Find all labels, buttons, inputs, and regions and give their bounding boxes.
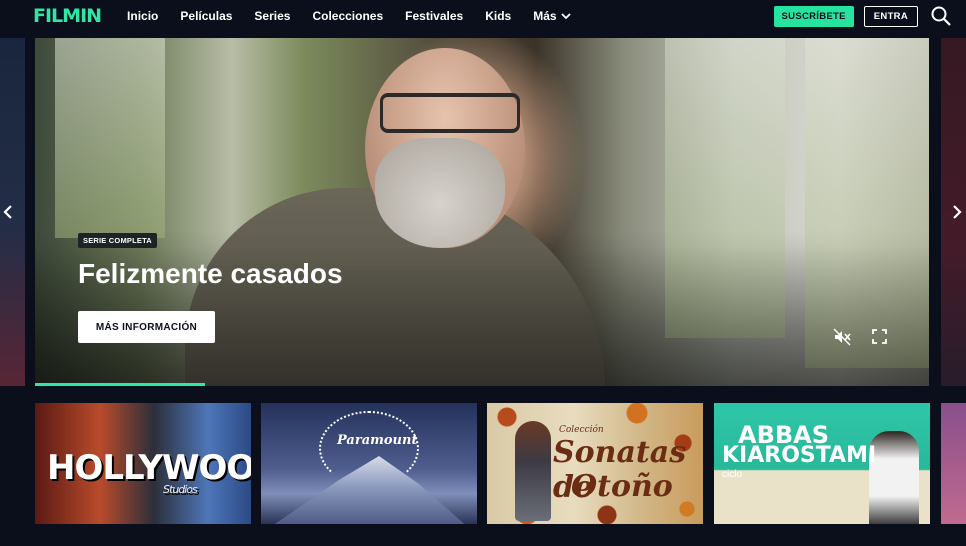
card-subtitle: Studios bbox=[163, 483, 198, 496]
card-title-line3: ciclo bbox=[722, 469, 743, 480]
card-figure bbox=[515, 421, 551, 521]
nav-item-festivales[interactable]: Festivales bbox=[405, 9, 463, 23]
collection-card-sonatas[interactable]: Colección Sonatas de Otoño bbox=[487, 403, 703, 524]
nav-item-colecciones[interactable]: Colecciones bbox=[312, 9, 383, 23]
card-figure bbox=[869, 431, 919, 524]
card-title: HOLLYWOOD bbox=[47, 448, 251, 488]
fullscreen-icon[interactable] bbox=[872, 329, 887, 344]
hero-window bbox=[55, 38, 165, 238]
nav-item-inicio[interactable]: Inicio bbox=[127, 9, 158, 23]
card-pretitle: Colección bbox=[559, 425, 604, 435]
series-badge: SERIE COMPLETA bbox=[78, 233, 157, 248]
hero-progress-bar bbox=[35, 383, 205, 386]
search-icon[interactable] bbox=[930, 5, 952, 27]
mute-icon[interactable] bbox=[833, 328, 851, 346]
top-nav: FILMIN Inicio Películas Series Coleccion… bbox=[0, 0, 966, 32]
collection-card-paramount[interactable]: Paramount bbox=[261, 403, 477, 524]
nav-actions: SUSCRÍBETE ENTRA bbox=[773, 5, 952, 27]
nav-item-mas-label: Más bbox=[533, 9, 557, 23]
nav-item-kids[interactable]: Kids bbox=[485, 9, 511, 23]
chevron-right-icon[interactable] bbox=[950, 203, 964, 221]
collection-card-kiarostami[interactable]: ABBAS KIAROSTAMI ciclo bbox=[714, 403, 930, 524]
collection-card-hollywood[interactable]: HOLLYWOOD Studios bbox=[35, 403, 251, 524]
nav-links: Inicio Películas Series Colecciones Fest… bbox=[127, 9, 571, 23]
login-button[interactable]: ENTRA bbox=[863, 5, 918, 27]
nav-item-peliculas[interactable]: Películas bbox=[180, 9, 232, 23]
card-title-line2: Otoño bbox=[571, 469, 673, 504]
card-title: Paramount bbox=[337, 433, 418, 448]
more-info-button[interactable]: MÁS INFORMACIÓN bbox=[78, 311, 215, 343]
subscribe-button[interactable]: SUSCRÍBETE bbox=[773, 5, 854, 27]
hero-person-beard bbox=[375, 138, 505, 248]
card-title-line2: KIAROSTAMI bbox=[722, 443, 877, 468]
chevron-left-icon[interactable] bbox=[1, 203, 15, 221]
chevron-down-icon bbox=[560, 13, 571, 20]
hero-title: Felizmente casados bbox=[78, 258, 343, 289]
filmin-logo[interactable]: FILMIN bbox=[33, 5, 102, 27]
hero-person-glasses bbox=[380, 93, 520, 133]
collection-card-next-peek[interactable] bbox=[941, 403, 966, 524]
nav-item-series[interactable]: Series bbox=[254, 9, 290, 23]
nav-item-mas[interactable]: Más bbox=[533, 9, 571, 23]
